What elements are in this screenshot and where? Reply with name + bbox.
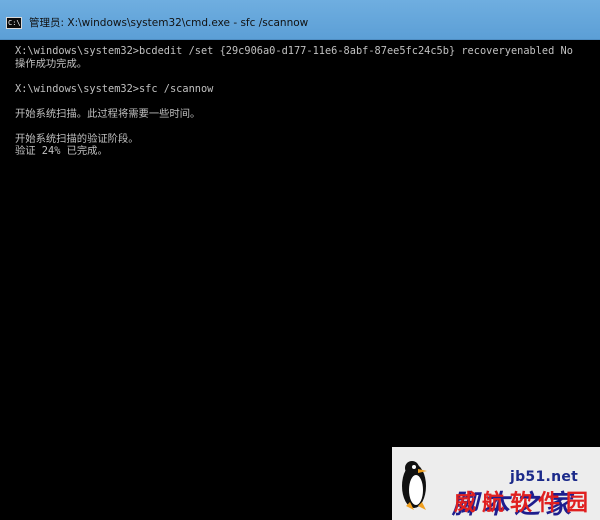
console-line: X:\windows\system32>sfc /scannow	[15, 82, 214, 95]
window-title: 管理员: X:\windows\system32\cmd.exe - sfc /…	[29, 17, 309, 29]
cmd-window: C:\ 管理员: X:\windows\system32\cmd.exe - s…	[0, 0, 600, 520]
site-watermark: jb51.net 脚本之家 威航软件园	[392, 447, 600, 520]
console-line: 操作成功完成。	[15, 57, 88, 70]
cmd-icon[interactable]: C:\	[6, 17, 22, 29]
watermark-site: jb51.net	[510, 469, 579, 485]
penguin-logo-icon	[402, 461, 427, 510]
console-line: X:\windows\system32>bcdedit /set {29c906…	[15, 45, 573, 57]
console-line: 开始系统扫描的验证阶段。	[15, 132, 139, 145]
watermark-name-red: 威航软件园	[454, 491, 595, 516]
console-line: 验证 24% 已完成。	[15, 145, 108, 157]
title-bar[interactable]: C:\ 管理员: X:\windows\system32\cmd.exe - s…	[0, 0, 600, 40]
console-line: 开始系统扫描。此过程将需要一些时间。	[15, 107, 201, 120]
